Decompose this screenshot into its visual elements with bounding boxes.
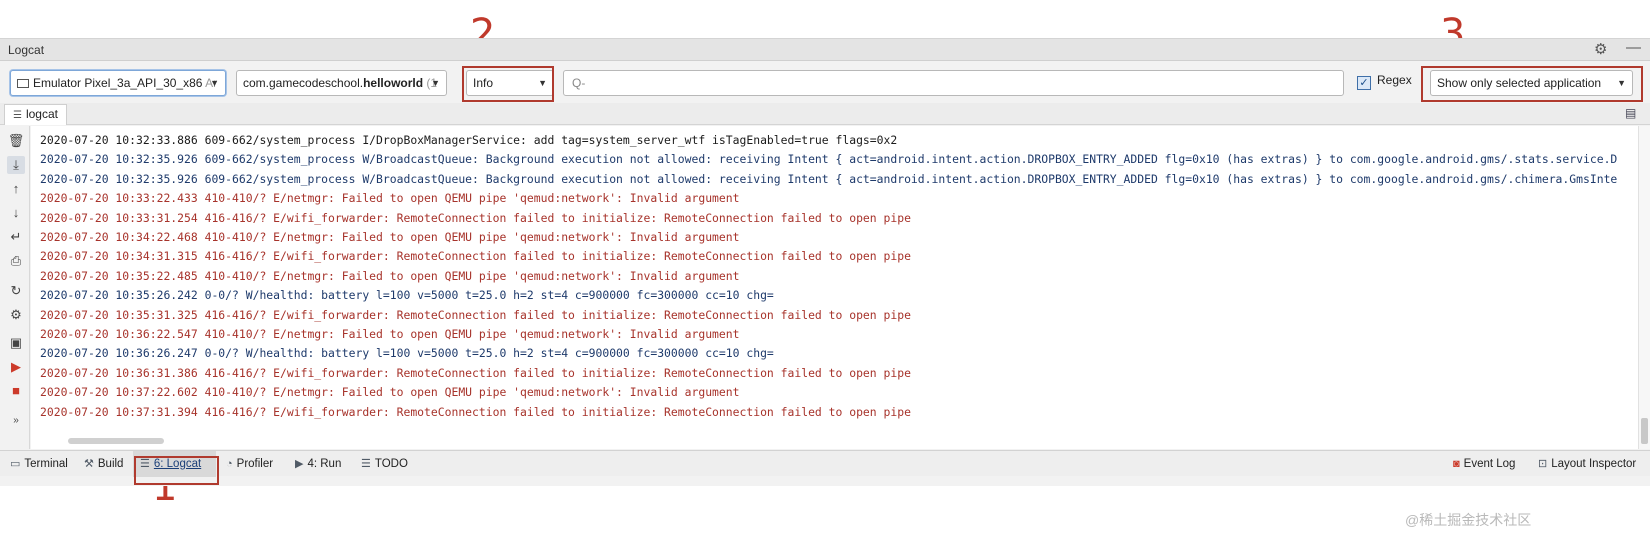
- tool-event-log[interactable]: ◙ Event Log: [1453, 451, 1515, 477]
- log-line: 2020-07-20 10:33:31.254 416-416/? E/wifi…: [40, 210, 911, 225]
- log-line: 2020-07-20 10:34:22.468 410-410/? E/netm…: [40, 230, 740, 244]
- more-tools-icon[interactable]: »: [7, 412, 25, 430]
- logcat-tab-bar: ☰ logcat ▤: [0, 103, 1650, 125]
- play-icon: ▶: [295, 458, 304, 470]
- regex-checkbox[interactable]: ✓ Regex: [1357, 73, 1412, 90]
- terminal-icon: ▭: [10, 458, 21, 470]
- tab-logcat[interactable]: ☰ logcat: [4, 104, 67, 125]
- process-prefix: com.gamecodeschool.: [243, 76, 364, 90]
- process-name: helloworld: [363, 76, 424, 90]
- annotation-box-3: [1421, 66, 1643, 102]
- gear-icon[interactable]: ⚙: [1594, 40, 1607, 58]
- annotation-box-1: [134, 456, 219, 485]
- list-icon: ☰: [361, 458, 371, 470]
- log-line: 2020-07-20 10:35:22.485 410-410/? E/netm…: [40, 268, 740, 283]
- down-arrow-icon[interactable]: ↓: [7, 204, 25, 222]
- log-line: 2020-07-20 10:35:26.242 0-0/? W/healthd:…: [40, 288, 774, 303]
- screenshot-icon[interactable]: ▣: [7, 334, 25, 352]
- gauge-icon: ◔: [226, 458, 233, 470]
- tool-window-bar: ▭ Terminal ⚒ Build ☰ 6: Logcat ◔ Profiler ▶ 4…: [0, 450, 1650, 477]
- tool-todo[interactable]: ☰ TODO: [361, 451, 408, 477]
- annotation-box-2: [462, 66, 554, 102]
- scroll-to-end-icon[interactable]: ⤓: [7, 156, 25, 174]
- screen-record-icon[interactable]: ▶: [7, 358, 25, 376]
- device-name: Emulator Pixel_3a_API_30_x86: [33, 76, 203, 90]
- log-output[interactable]: 2020-07-20 10:32:33.886 609-662/system_p…: [31, 126, 1638, 449]
- checkbox-checked-icon: ✓: [1357, 76, 1371, 90]
- logcat-toolbar: Emulator Pixel_3a_API_30_x86 Ar ▼ com.ga…: [0, 62, 1650, 102]
- event-log-icon: ◙: [1453, 458, 1460, 470]
- tool-terminal[interactable]: ▭ Terminal: [10, 451, 68, 477]
- logcat-window: Logcat ⚙ — Emulator Pixel_3a_API_30_x86 …: [0, 38, 1650, 486]
- up-arrow-icon[interactable]: ↑: [7, 180, 25, 198]
- watermark: @稀土掘金技术社区: [1405, 512, 1532, 528]
- title-bar: Logcat ⚙ —: [0, 39, 1650, 61]
- layout-inspector-icon: ⊡: [1538, 458, 1548, 470]
- chevron-down-icon: ▼: [431, 78, 440, 88]
- log-lines-icon: ☰: [13, 110, 22, 121]
- log-line: 2020-07-20 10:34:31.315 416-416/? E/wifi…: [40, 249, 911, 264]
- log-line: 2020-07-20 10:35:31.325 416-416/? E/wifi…: [40, 307, 911, 322]
- log-line: 2020-07-20 10:32:33.886 609-662/system_p…: [40, 133, 898, 147]
- regex-label: Regex: [1377, 73, 1412, 87]
- log-line: 2020-07-20 10:33:22.433 410-410/? E/netm…: [40, 191, 740, 206]
- log-line: 2020-07-20 10:36:26.247 0-0/? W/healthd:…: [40, 346, 774, 361]
- layout-toggle-icon[interactable]: ▤: [1625, 106, 1636, 120]
- minimize-icon[interactable]: —: [1626, 39, 1641, 56]
- clear-log-icon[interactable]: 🗑: [7, 132, 25, 150]
- tool-layout-inspector[interactable]: ⊡ Layout Inspector: [1538, 451, 1636, 477]
- log-line: 2020-07-20 10:36:22.547 410-410/? E/netm…: [40, 327, 740, 341]
- log-line: 2020-07-20 10:36:31.386 416-416/? E/wifi…: [40, 365, 911, 380]
- device-icon: [17, 79, 29, 88]
- tool-build[interactable]: ⚒ Build: [84, 451, 123, 477]
- chevron-down-icon: ▼: [210, 78, 219, 88]
- window-title: Logcat: [8, 43, 45, 57]
- tool-run[interactable]: ▶ 4: Run: [295, 451, 341, 477]
- log-line: 2020-07-20 10:37:31.394 416-416/? E/wifi…: [40, 404, 911, 419]
- hammer-icon: ⚒: [84, 458, 94, 470]
- print-icon[interactable]: ⎙: [7, 252, 25, 270]
- horizontal-scrollbar[interactable]: [68, 438, 164, 444]
- settings-icon[interactable]: ⚙: [7, 306, 25, 324]
- log-line: 2020-07-20 10:32:35.926 609-662/system_p…: [40, 152, 1618, 167]
- soft-wrap-icon[interactable]: ↵: [7, 228, 25, 246]
- restart-icon[interactable]: ↻: [7, 282, 25, 300]
- device-dropdown[interactable]: Emulator Pixel_3a_API_30_x86 Ar ▼: [10, 70, 226, 96]
- process-dropdown[interactable]: com.gamecodeschool.helloworld (1 ▼: [236, 70, 447, 96]
- scrollbar-thumb[interactable]: [1641, 418, 1648, 444]
- log-line: 2020-07-20 10:37:22.602 410-410/? E/netm…: [40, 385, 740, 400]
- log-line: 2020-07-20 10:32:35.926 609-662/system_p…: [40, 171, 1618, 186]
- tool-profiler[interactable]: ◔ Profiler: [226, 451, 273, 477]
- vertical-scrollbar[interactable]: [1638, 126, 1650, 449]
- logcat-side-toolbar: 🗑 ⤓ ↑ ↓ ↵ ⎙ ↻ ⚙ ▣ ▶ ■ »: [0, 126, 30, 449]
- stop-icon[interactable]: ■: [7, 382, 25, 400]
- search-input[interactable]: Q-: [563, 70, 1344, 96]
- tab-logcat-label: logcat: [25, 107, 58, 121]
- search-icon: Q-: [572, 76, 586, 90]
